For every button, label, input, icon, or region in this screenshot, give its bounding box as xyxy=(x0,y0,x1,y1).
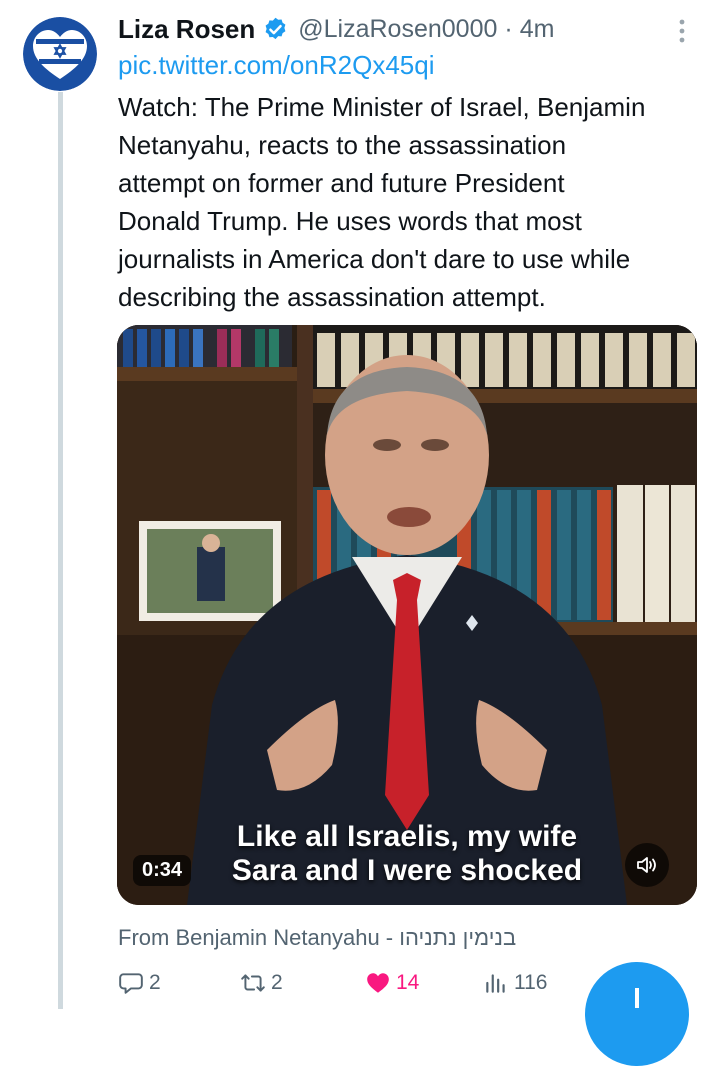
avatar[interactable] xyxy=(23,17,97,91)
views-icon xyxy=(486,974,505,993)
caption-line-2: Sara and I were shocked xyxy=(231,854,583,887)
video-duration: 0:34 xyxy=(133,855,192,886)
plus-icon xyxy=(635,988,639,1008)
verified-badge-icon[interactable] xyxy=(262,16,289,43)
retweet-button[interactable]: 2 xyxy=(240,970,283,996)
views-count: 116 xyxy=(514,971,548,994)
video-frame xyxy=(117,325,697,905)
framed-photo xyxy=(139,521,281,621)
speaker-muted-icon[interactable] xyxy=(625,843,669,887)
bookshelf-left xyxy=(117,325,297,381)
tweet-header: Liza Rosen @LizaRosen0000 · 4m xyxy=(118,12,554,46)
heart-filled-icon xyxy=(367,973,389,993)
tweet-text: Watch: The Prime Minister of Israel, Ben… xyxy=(118,92,646,312)
like-button[interactable]: 14 xyxy=(365,970,419,996)
separator-dot: · xyxy=(504,14,513,43)
views-button[interactable]: 116 xyxy=(483,970,547,996)
reply-icon xyxy=(119,973,143,994)
thread-line xyxy=(58,92,63,1009)
author-name[interactable]: Liza Rosen xyxy=(118,14,255,45)
video-attribution: From Benjamin Netanyahu - בנימין נתניהו xyxy=(118,925,516,951)
video-caption: Like all Israelis, my wife Sara and I we… xyxy=(117,820,697,888)
retweet-count: 2 xyxy=(271,971,283,994)
media-link[interactable]: pic.twitter.com/onR2Qx45qi xyxy=(118,50,434,81)
compose-fab[interactable] xyxy=(585,962,689,1066)
retweet-icon xyxy=(241,974,265,992)
reply-count: 2 xyxy=(149,971,161,994)
caption-line-1: Like all Israelis, my wife xyxy=(236,820,578,853)
video-player[interactable]: Like all Israelis, my wife Sara and I we… xyxy=(117,325,697,905)
from-source[interactable]: Benjamin Netanyahu - בנימין נתניהו xyxy=(175,925,516,950)
israel-flag-heart-icon xyxy=(23,17,97,91)
from-label: From xyxy=(118,925,170,950)
like-count: 14 xyxy=(396,971,420,994)
more-vertical-icon[interactable] xyxy=(672,18,692,44)
timestamp[interactable]: 4m xyxy=(520,15,555,44)
reply-button[interactable]: 2 xyxy=(118,970,161,996)
author-handle[interactable]: @LizaRosen0000 xyxy=(298,15,497,44)
